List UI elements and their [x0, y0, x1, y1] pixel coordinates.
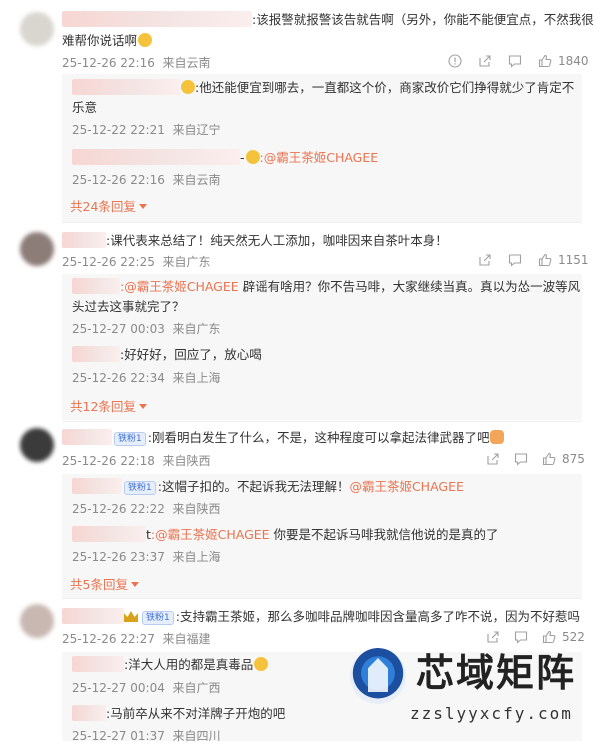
comment-actions: 1151 [478, 253, 589, 269]
chevron-down-icon [130, 582, 139, 587]
chevron-down-icon [138, 404, 147, 409]
comment-meta: 25-12-26 22:16 来自云南 [62, 56, 211, 70]
comment-text: :该报警就报警该告就告啊（另外，你能不能便宜点，不然我很 [62, 9, 594, 30]
watermark-title: 芯域矩阵 [416, 651, 577, 695]
like-count: 1151 [558, 253, 589, 267]
fan-badge[interactable]: 铁粉1 [142, 611, 174, 625]
mention-link[interactable]: :@霸王茶姬CHAGEE [151, 527, 270, 542]
reply-meta: 25-12-26 22:34 来自上海 [72, 371, 221, 385]
share-icon[interactable] [486, 452, 500, 466]
avatar[interactable] [20, 428, 54, 462]
reply-text: :马前卒从来不对洋牌子开炮的吧 [72, 703, 285, 724]
like-count: 1840 [558, 54, 589, 68]
fan-badge[interactable]: 铁粉1 [114, 432, 146, 446]
comment-meta: 25-12-26 22:18 来自陕西 [62, 454, 211, 468]
username-blurred[interactable] [62, 429, 112, 445]
crown-icon [124, 611, 138, 622]
divider [62, 598, 582, 599]
share-icon[interactable] [478, 54, 492, 68]
sad-emoji-icon [254, 657, 269, 671]
smile-emoji-icon [245, 150, 260, 164]
comment-meta: 25-12-26 22:25 来自广东 [62, 255, 211, 269]
reply-meta: 25-12-22 22:21 来自辽宁 [72, 123, 221, 137]
comment-icon[interactable] [514, 452, 528, 466]
comment-icon[interactable] [508, 253, 522, 267]
cat-emoji-icon [490, 430, 505, 444]
avatar[interactable] [20, 604, 54, 638]
like-icon[interactable] [538, 253, 552, 267]
fan-badge[interactable]: 铁粉1 [124, 481, 156, 495]
username-blurred[interactable] [72, 346, 120, 362]
comment-text: :课代表来总结了！纯天然无人工添加，咖啡因来自茶叶本身！ [62, 230, 448, 251]
comment-actions: 875 [486, 452, 588, 468]
username-blurred[interactable] [72, 278, 120, 294]
reply-meta: 25-12-27 00:04 来自广西 [72, 681, 221, 695]
reply-meta: 25-12-27 00:03 来自广东 [72, 322, 221, 336]
mention-link[interactable]: :@霸王茶姬CHAGEE [260, 150, 379, 165]
avatar[interactable] [20, 232, 54, 266]
sticker-icon [181, 80, 195, 94]
comment-text: 铁粉1:支持霸王茶姬，那么多咖啡品牌咖啡因含量高多了咋不说，因为不好惹吗 [62, 606, 580, 627]
divider [62, 421, 582, 422]
smile-emoji-icon [138, 33, 153, 47]
reply-text-line2: 头过去这事就完了？ [72, 299, 185, 314]
reply-text: :@霸王茶姬CHAGEE 辟谣有啥用？你不告马啡，大家继续当真。真以为怂一波等风 [72, 276, 580, 297]
report-icon[interactable] [448, 54, 462, 68]
username-blurred[interactable] [72, 526, 146, 542]
mention-link[interactable]: :@霸王茶姬CHAGEE [120, 279, 239, 294]
watermark: 芯域矩阵 zzslyyxcfy.com [346, 642, 598, 738]
watermark-url: zzslyyxcfy.com [410, 704, 573, 723]
username-blurred[interactable] [72, 478, 122, 494]
username-blurred[interactable] [62, 608, 124, 624]
more-replies-link[interactable]: 共24条回复 [70, 196, 147, 215]
reply-text: :好好好，回应了，放心喝 [72, 344, 262, 365]
reply-text-line2: 乐意 [72, 100, 98, 115]
mention-link[interactable]: @霸王茶姬CHAGEE [349, 479, 463, 494]
more-replies-link[interactable]: 共12条回复 [70, 396, 147, 415]
chevron-down-icon [138, 204, 147, 209]
comment-actions: 1840 [448, 54, 589, 70]
more-replies-link[interactable]: 共5条回复 [70, 574, 139, 593]
reply-text: :洋大人用的都是真毒品 [72, 654, 269, 675]
reply-text: :他还能便宜到哪去，一直都这个价，商家改价它们挣得就少了肯定不 [72, 77, 574, 98]
like-count: 875 [562, 452, 585, 466]
comment-meta: 25-12-26 22:27 来自福建 [62, 632, 211, 646]
username-blurred[interactable] [72, 656, 124, 672]
divider [62, 222, 582, 223]
reply-meta: 25-12-27 01:37 来自四川 [72, 729, 221, 743]
username-blurred[interactable] [72, 705, 106, 721]
share-icon[interactable] [478, 253, 492, 267]
comment-text-line2: 难帮你说话啊 [62, 30, 153, 51]
logo-icon [350, 648, 406, 704]
reply-text: -:@霸王茶姬CHAGEE [72, 147, 378, 168]
comment-text: 铁粉1:刚看明白发生了什么，不是，这种程度可以拿起法律武器了吧 [62, 427, 505, 448]
username-blurred[interactable] [62, 11, 252, 27]
username-blurred[interactable] [62, 232, 106, 248]
reply-meta: 25-12-26 22:16 来自云南 [72, 173, 221, 187]
like-icon[interactable] [538, 54, 552, 68]
comment-icon[interactable] [508, 54, 522, 68]
username-blurred[interactable] [72, 79, 180, 95]
reply-meta: 25-12-26 23:37 来自上海 [72, 550, 221, 564]
reply-text: t:@霸王茶姬CHAGEE 你要是不起诉马啡我就信他说的是真的了 [72, 524, 499, 545]
username-blurred[interactable] [72, 149, 240, 165]
avatar[interactable] [20, 12, 54, 46]
reply-text: 铁粉1:这帽子扣的。不起诉我无法理解！@霸王茶姬CHAGEE [72, 476, 464, 497]
reply-meta: 25-12-26 22:22 来自陕西 [72, 502, 221, 516]
like-icon[interactable] [542, 452, 556, 466]
